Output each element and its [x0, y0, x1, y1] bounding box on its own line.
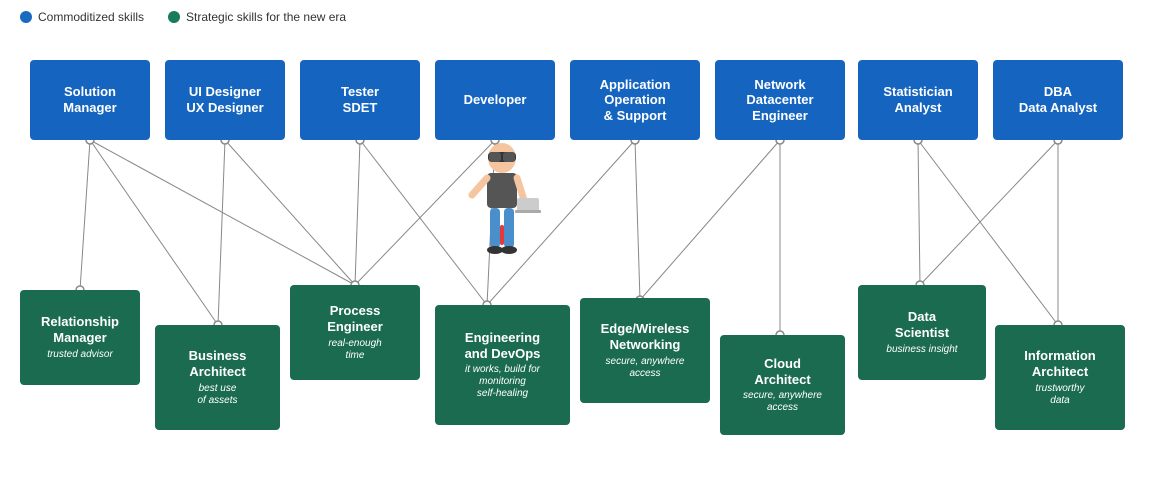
card-data-scientist: DataScientist business insight — [858, 285, 986, 380]
card-solution-manager: SolutionManager — [30, 60, 150, 140]
card-ui-designer: UI DesignerUX Designer — [165, 60, 285, 140]
card-title: SolutionManager — [63, 84, 116, 115]
card-engineering-devops: Engineeringand DevOps it works, build fo… — [435, 305, 570, 425]
diagram: SolutionManager UI DesignerUX Designer T… — [0, 30, 1165, 490]
card-title: Developer — [464, 92, 527, 108]
legend-label-commoditized: Commoditized skills — [38, 10, 144, 24]
card-information-architect: InformationArchitect trustworthydata — [995, 325, 1125, 430]
card-subtitle: real-enoughtime — [328, 338, 381, 362]
person-illustration — [462, 140, 542, 285]
card-subtitle: trusted advisor — [47, 349, 113, 361]
card-subtitle: secure, anywhereaccess — [743, 390, 822, 414]
card-title: BusinessArchitect — [189, 348, 247, 379]
card-network-datacenter: NetworkDatacenterEngineer — [715, 60, 845, 140]
card-title: TesterSDET — [341, 84, 379, 115]
legend-label-strategic: Strategic skills for the new era — [186, 10, 346, 24]
card-cloud-architect: CloudArchitect secure, anywhereaccess — [720, 335, 845, 435]
card-subtitle: it works, build formonitoringself-healin… — [465, 364, 540, 400]
card-subtitle: business insight — [886, 344, 957, 356]
legend: Commoditized skills Strategic skills for… — [0, 0, 1165, 30]
card-title: RelationshipManager — [41, 314, 119, 345]
card-title: ApplicationOperation& Support — [600, 77, 671, 124]
card-title: Engineeringand DevOps — [465, 330, 541, 361]
card-title: UI DesignerUX Designer — [186, 84, 263, 115]
card-subtitle: trustworthydata — [1036, 383, 1085, 407]
card-title: CloudArchitect — [754, 356, 810, 387]
card-developer: Developer — [435, 60, 555, 140]
card-process-engineer: ProcessEngineer real-enoughtime — [290, 285, 420, 380]
card-business-architect: BusinessArchitect best useof assets — [155, 325, 280, 430]
card-title: ProcessEngineer — [327, 303, 383, 334]
card-tester: TesterSDET — [300, 60, 420, 140]
card-subtitle: secure, anywhereaccess — [606, 356, 685, 380]
card-title: StatisticianAnalyst — [883, 84, 952, 115]
card-statistician: StatisticianAnalyst — [858, 60, 978, 140]
card-title: Edge/WirelessNetworking — [601, 321, 690, 352]
card-app-operation: ApplicationOperation& Support — [570, 60, 700, 140]
card-title: InformationArchitect — [1024, 348, 1096, 379]
card-dba: DBAData Analyst — [993, 60, 1123, 140]
legend-dot-blue — [20, 11, 32, 23]
legend-commoditized: Commoditized skills — [20, 10, 144, 24]
card-relationship-manager: RelationshipManager trusted advisor — [20, 290, 140, 385]
card-title: DBAData Analyst — [1019, 84, 1097, 115]
card-title: NetworkDatacenterEngineer — [746, 77, 813, 124]
card-subtitle: best useof assets — [197, 383, 237, 407]
legend-strategic: Strategic skills for the new era — [168, 10, 346, 24]
legend-dot-green — [168, 11, 180, 23]
card-title: DataScientist — [895, 309, 949, 340]
card-edge-networking: Edge/WirelessNetworking secure, anywhere… — [580, 298, 710, 403]
